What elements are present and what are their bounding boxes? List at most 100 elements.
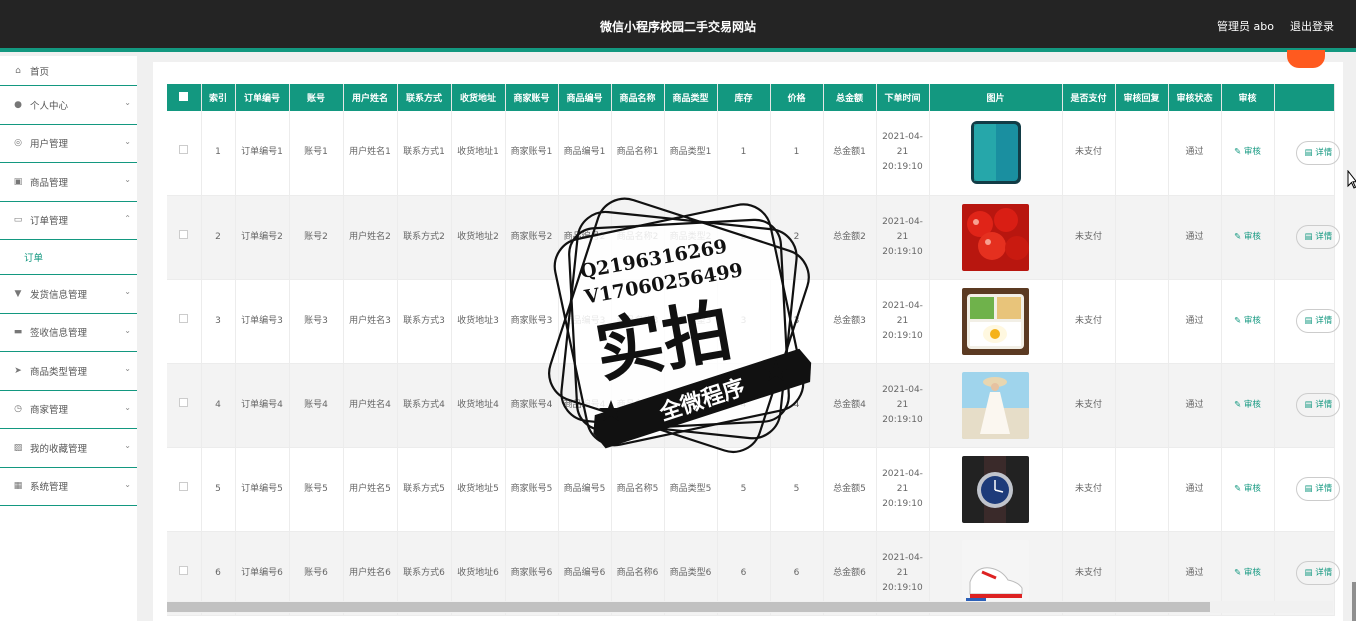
cell-addr: 收货地址1 [451, 111, 506, 196]
sidebar-item-label: 我的收藏管理 [30, 443, 88, 455]
col-header[interactable]: 是否支付 [1062, 84, 1116, 111]
cell-reply [1115, 363, 1169, 448]
audit-button[interactable]: ✎ 审核 [1234, 232, 1261, 242]
col-header[interactable]: 商家账号 [505, 84, 559, 111]
sidebar-item-label: 发货信息管理 [30, 289, 88, 301]
cell-phone: 联系方式4 [397, 363, 452, 448]
row-checkbox[interactable] [167, 195, 202, 280]
sidebar-item-home[interactable]: ⌂ 首页 [0, 56, 137, 86]
cell-addr: 收货地址5 [451, 447, 506, 532]
col-header[interactable]: 审核 [1221, 84, 1275, 111]
audit-button[interactable]: ✎ 审核 [1234, 400, 1261, 410]
cell-account: 账号1 [289, 111, 344, 196]
logout-link[interactable]: 退出登录 [1290, 18, 1334, 34]
chevron-down-icon: ⌄ [124, 479, 131, 489]
cell-order: 订单编号1 [235, 111, 290, 196]
sidebar-item-label: 个人中心 [30, 100, 69, 112]
cell-reply [1115, 111, 1169, 196]
vertical-scrollbar[interactable] [1352, 582, 1356, 621]
col-header-actions [1274, 84, 1335, 111]
cell-time: 2021-04-21 20:19:10 [876, 195, 930, 280]
cell-account: 账号4 [289, 363, 344, 448]
sidebar-item-goods[interactable]: ▣ 商品管理 ⌄ [0, 163, 137, 202]
cell-audit: ✎ 审核 [1221, 447, 1275, 532]
sidebar-item-profile[interactable]: ● 个人中心 ⌄ [0, 86, 137, 125]
send-icon: ➤ [14, 365, 22, 376]
detail-label: 详情 [1315, 568, 1333, 578]
sidebar-item-users[interactable]: ◎ 用户管理 ⌄ [0, 125, 137, 163]
row-checkbox[interactable] [167, 279, 202, 364]
sidebar-item-merchant[interactable]: ◷ 商家管理 ⌄ [0, 391, 137, 429]
sidebar-item-label: 首页 [30, 66, 50, 78]
chevron-down-icon: ⌄ [124, 287, 131, 296]
audit-button[interactable]: ✎ 审核 [1234, 484, 1261, 494]
row-checkbox[interactable] [167, 363, 202, 448]
row-checkbox[interactable] [167, 111, 202, 196]
cell-order: 订单编号3 [235, 279, 290, 364]
col-header[interactable]: 总金额 [823, 84, 877, 111]
sidebar-item-label: 签收信息管理 [30, 328, 88, 340]
col-header[interactable]: 价格 [770, 84, 824, 111]
cell-status: 通过 [1168, 363, 1222, 448]
chevron-down-icon: ⌄ [124, 402, 131, 412]
sidebar-item-label: 商品类型管理 [30, 366, 88, 378]
cell-actions: ▤ 详情 [1274, 279, 1340, 364]
col-header[interactable]: 下单时间 [876, 84, 930, 111]
sidebar-item-favorites[interactable]: ▨ 我的收藏管理 ⌄ [0, 429, 137, 468]
cell-total: 总金额5 [823, 447, 877, 532]
cell-phone: 联系方式3 [397, 279, 452, 364]
audit-button[interactable]: ✎ 审核 [1234, 568, 1261, 578]
sidebar-item-receipt[interactable]: ▬ 签收信息管理 ⌄ [0, 314, 137, 352]
detail-button[interactable]: ▤ 详情 [1295, 309, 1340, 333]
cell-phone: 联系方式2 [397, 195, 452, 280]
col-header[interactable]: 审核回复 [1115, 84, 1169, 111]
scrollbar-thumb[interactable] [167, 602, 1210, 612]
sidebar-subitem-order[interactable]: 订单 [0, 240, 137, 275]
cell-actions: ▤ 详情 [1274, 447, 1340, 532]
sidebar-item-goods-type[interactable]: ➤ 商品类型管理 ⌄ [0, 352, 137, 391]
horizontal-scrollbar[interactable] [167, 601, 1333, 613]
select-all-checkbox[interactable] [167, 84, 202, 111]
sidebar-item-system[interactable]: ▦ 系统管理 ⌄ [0, 468, 137, 506]
cell-time: 2021-04-21 20:19:10 [876, 279, 930, 364]
cell-image [929, 279, 1063, 364]
detail-button[interactable]: ▤ 详情 [1295, 393, 1340, 417]
col-header[interactable]: 联系方式 [397, 84, 452, 111]
col-header[interactable]: 订单编号 [235, 84, 290, 111]
audit-label: 审核 [1243, 231, 1261, 242]
col-header[interactable]: 商品编号 [558, 84, 612, 111]
col-header[interactable]: 账号 [289, 84, 344, 111]
detail-label: 详情 [1315, 484, 1333, 494]
sidebar-item-orders[interactable]: ▭ 订单管理 ⌃ [0, 202, 137, 240]
col-header[interactable]: 商品类型 [664, 84, 718, 111]
cell-idx: 2 [201, 195, 236, 280]
floating-action-button[interactable] [1287, 50, 1325, 68]
audit-button[interactable]: ✎ 审核 [1234, 147, 1261, 157]
chevron-down-icon: ⌄ [124, 98, 131, 107]
audit-button[interactable]: ✎ 审核 [1234, 316, 1261, 326]
cell-reply [1115, 195, 1169, 280]
col-header[interactable]: 图片 [929, 84, 1063, 111]
image-icon: ▨ [13, 442, 23, 453]
cell-image [929, 111, 1063, 196]
detail-button[interactable]: ▤ 详情 [1295, 225, 1340, 249]
col-header[interactable]: 用户姓名 [343, 84, 398, 111]
audit-label: 审核 [1243, 315, 1261, 326]
app-title: 微信小程序校园二手交易网站 [599, 20, 756, 34]
sidebar-item-shipping[interactable]: ▼ 发货信息管理 ⌄ [0, 275, 137, 314]
col-header[interactable]: 审核状态 [1168, 84, 1222, 111]
detail-button[interactable]: ▤ 详情 [1295, 477, 1340, 501]
cell-paid: 未支付 [1062, 111, 1116, 196]
detail-button[interactable]: ▤ 详情 [1295, 140, 1340, 165]
cell-status: 通过 [1168, 195, 1222, 280]
product-image-food [962, 287, 1029, 355]
detail-button[interactable]: ▤ 详情 [1295, 561, 1340, 585]
col-header[interactable]: 收货地址 [451, 84, 506, 111]
col-header[interactable]: 商品名称 [611, 84, 665, 111]
product-image-watch [962, 455, 1029, 523]
cell-image [929, 363, 1063, 448]
cell-name: 用户姓名5 [343, 447, 398, 532]
row-checkbox[interactable] [167, 447, 202, 532]
col-header[interactable]: 索引 [201, 84, 236, 111]
col-header[interactable]: 库存 [717, 84, 771, 111]
